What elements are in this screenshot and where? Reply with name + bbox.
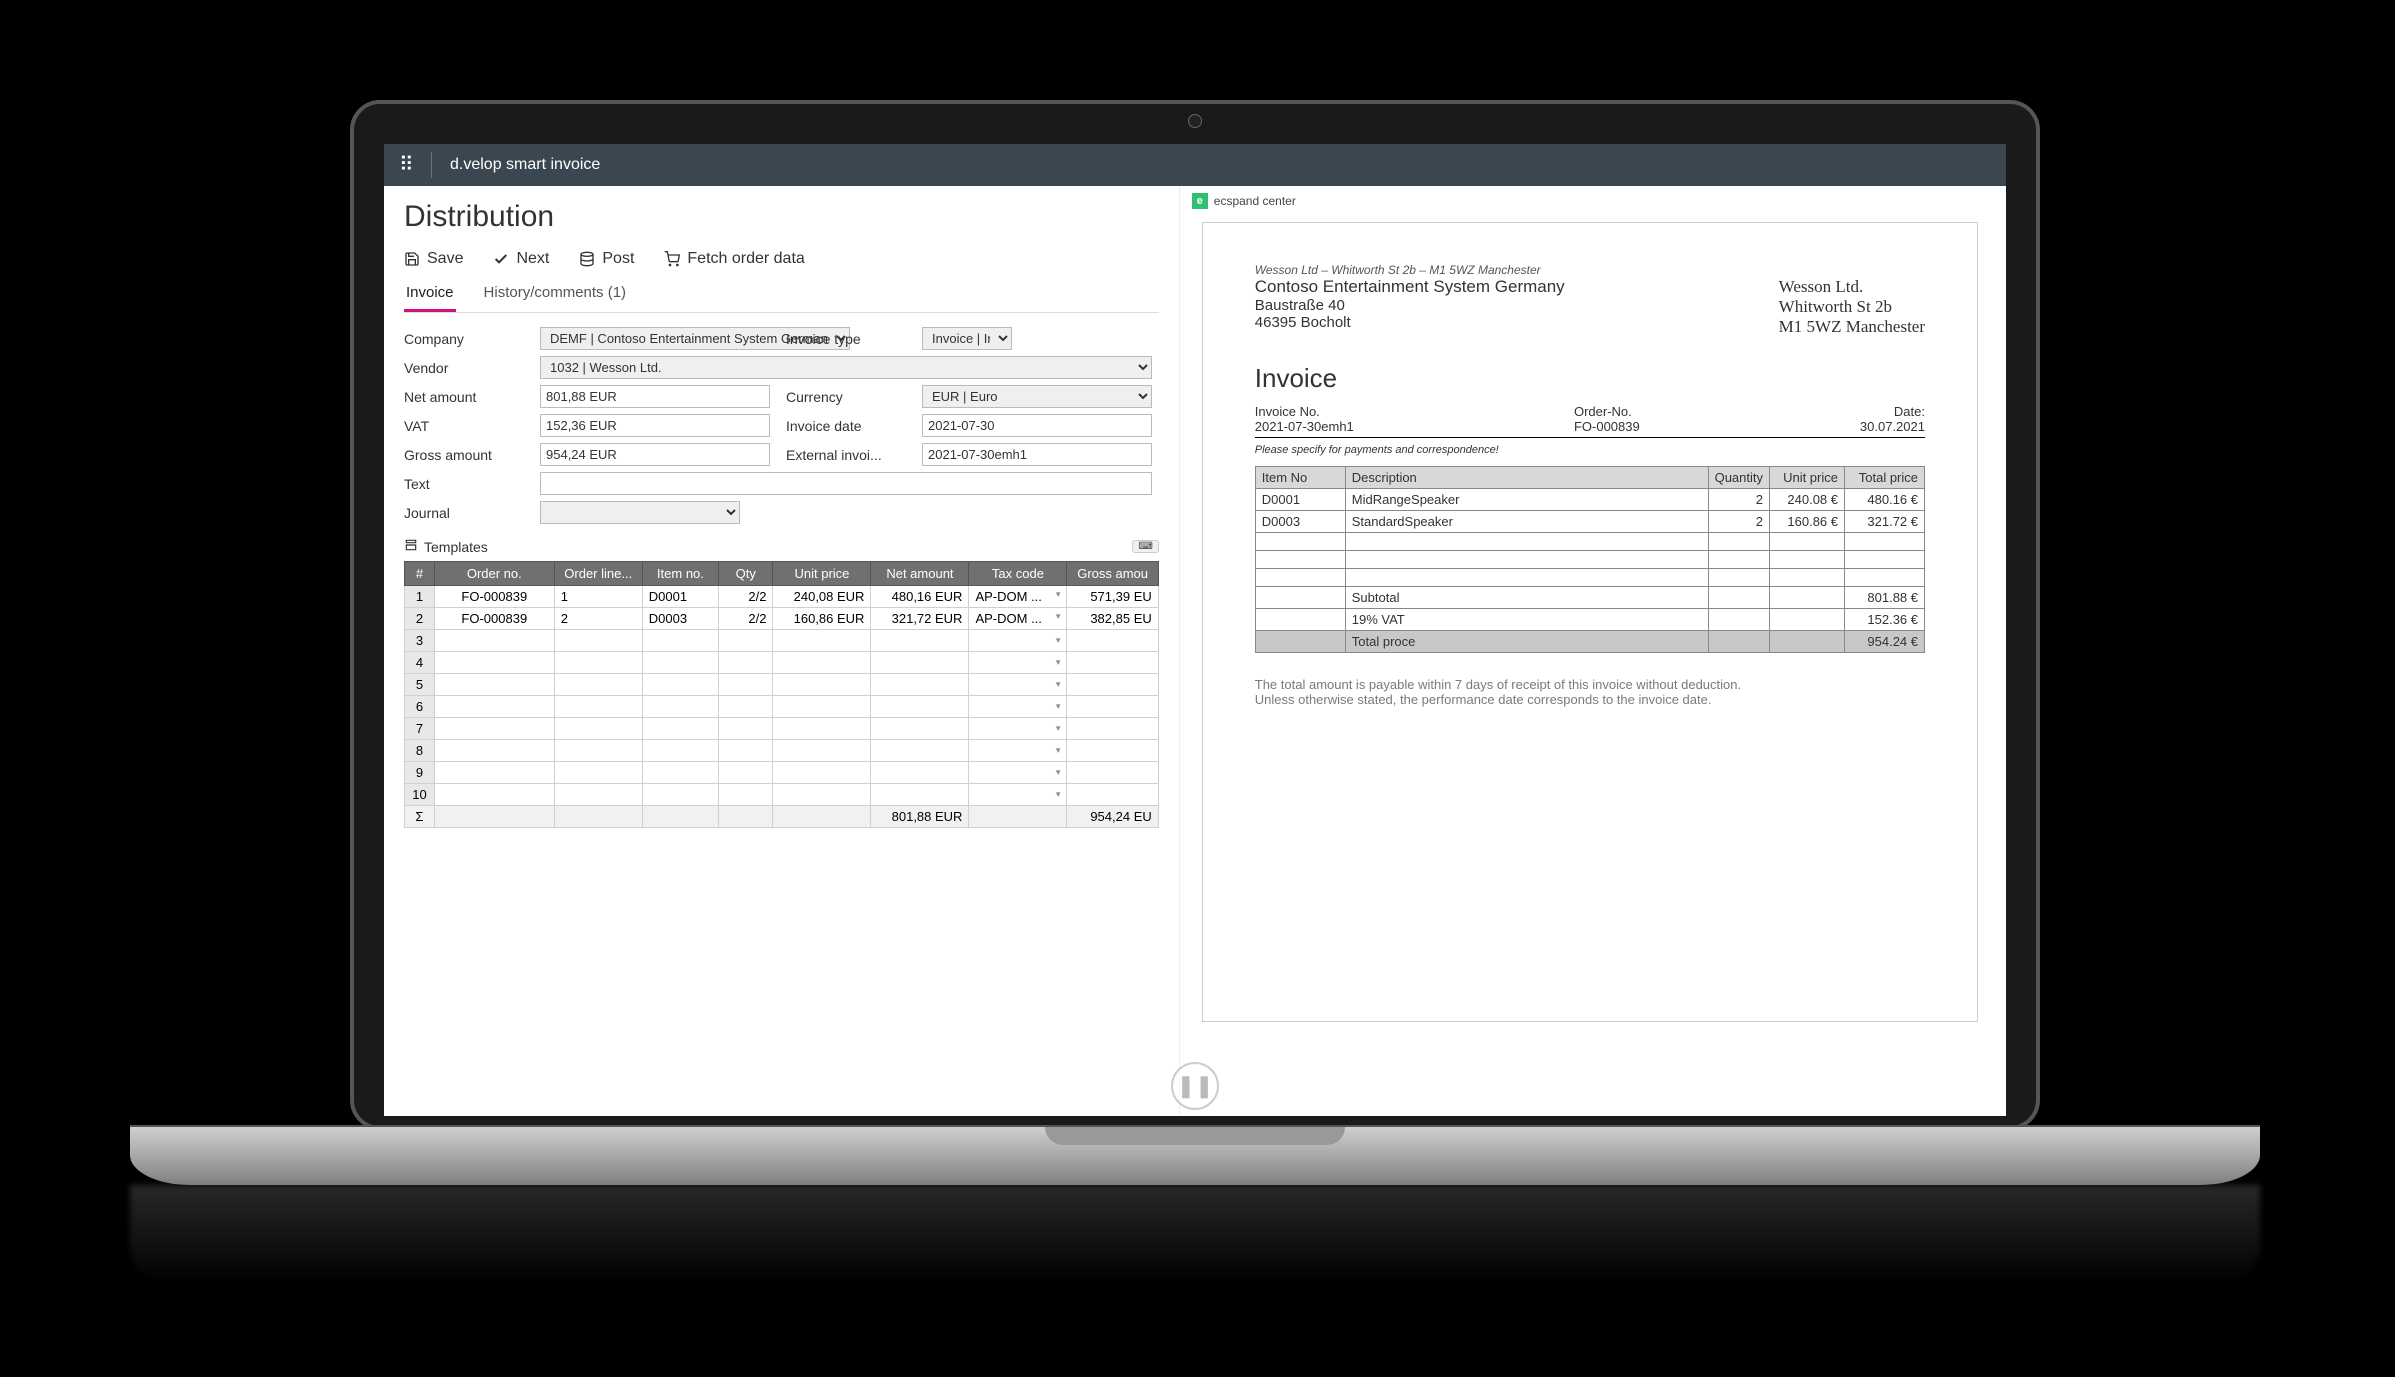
preview-app-name: ecspand center (1214, 194, 1296, 208)
table-row[interactable]: 6 (405, 696, 1159, 718)
doc-order-no: FO-000839 (1574, 419, 1640, 434)
col-unit: Unit price (773, 562, 871, 586)
doc-recipient-name: Contoso Entertainment System Germany (1255, 277, 1565, 297)
journal-label: Journal (404, 505, 524, 521)
invoice-form: Company DEMF | Contoso Entertainment Sys… (404, 327, 1159, 524)
doc-vendor-name: Wesson Ltd. (1779, 277, 1925, 297)
vendor-label: Vendor (404, 360, 524, 376)
action-toolbar: Save Next Post Fetch order data (404, 246, 1159, 276)
app-launcher-icon[interactable] (399, 155, 419, 175)
col-item: Item no. (642, 562, 718, 586)
doc-invoice-no: 2021-07-30emh1 (1255, 419, 1354, 434)
col-orderline: Order line... (554, 562, 642, 586)
save-icon (404, 251, 420, 267)
ecspand-icon: e (1192, 193, 1208, 209)
save-button[interactable]: Save (404, 250, 463, 268)
col-num: # (405, 562, 435, 586)
page-title: Distribution (404, 200, 1159, 234)
col-tax: Tax code (969, 562, 1067, 586)
col-gross: Gross amou (1067, 562, 1158, 586)
invoice-date-label: Invoice date (786, 418, 906, 434)
external-invoice-input[interactable] (922, 443, 1152, 466)
doc-footer-1: The total amount is payable within 7 day… (1255, 677, 1925, 692)
keyboard-icon[interactable]: ⌨ (1132, 540, 1158, 553)
table-row[interactable]: 9 (405, 762, 1159, 784)
invoice-type-label: Invoice type (786, 331, 906, 347)
next-button[interactable]: Next (493, 250, 549, 268)
doc-date: 30.07.2021 (1860, 419, 1925, 434)
table-row[interactable]: 3 (405, 630, 1159, 652)
line-items-table: # Order no. Order line... Item no. Qty U… (404, 561, 1159, 828)
table-row[interactable]: 7 (405, 718, 1159, 740)
doc-item-row: D0003StandardSpeaker2160.86 €321.72 € (1255, 511, 1924, 533)
tab-invoice[interactable]: Invoice (404, 278, 456, 312)
external-invoice-label: External invoi... (786, 447, 906, 463)
tab-bar: Invoice History/comments (1) (404, 278, 1159, 313)
table-row[interactable]: 8 (405, 740, 1159, 762)
pause-button[interactable]: ❚❚ (1171, 1062, 1219, 1110)
distribution-panel: Distribution Save Next Post (384, 186, 1179, 1116)
currency-label: Currency (786, 389, 906, 405)
check-icon (493, 251, 509, 267)
document-preview-panel: e ecspand center Wesson Ltd – Whitworth … (1179, 186, 2006, 1116)
invoice-type-select[interactable]: Invoice | Ir (922, 327, 1012, 350)
gross-amount-label: Gross amount (404, 447, 524, 463)
doc-vendor-street: Whitworth St 2b (1779, 297, 1925, 317)
journal-select[interactable] (540, 501, 740, 524)
doc-footer-2: Unless otherwise stated, the performance… (1255, 692, 1925, 707)
templates-icon (404, 538, 418, 555)
invoice-document: Wesson Ltd – Whitworth St 2b – M1 5WZ Ma… (1202, 222, 1978, 1022)
vat-input[interactable] (540, 414, 770, 437)
fetch-order-button[interactable]: Fetch order data (664, 250, 804, 268)
doc-title: Invoice (1255, 363, 1925, 394)
post-button[interactable]: Post (579, 250, 634, 268)
text-input[interactable] (540, 472, 1152, 495)
company-label: Company (404, 331, 524, 347)
currency-select[interactable]: EUR | Euro (922, 385, 1152, 408)
col-qty: Qty (719, 562, 773, 586)
table-row[interactable]: 1FO-0008391D00012/2240,08 EUR480,16 EURA… (405, 586, 1159, 608)
doc-recipient-city: 46395 Bocholt (1255, 314, 1565, 331)
doc-item-table: Item No Description Quantity Unit price … (1255, 466, 1925, 653)
col-order: Order no. (434, 562, 554, 586)
col-net: Net amount (871, 562, 969, 586)
vendor-select[interactable]: 1032 | Wesson Ltd. (540, 356, 1152, 379)
doc-vendor-city: M1 5WZ Manchester (1779, 317, 1925, 337)
vat-label: VAT (404, 418, 524, 434)
net-amount-input[interactable] (540, 385, 770, 408)
doc-note: Please specify for payments and correspo… (1255, 444, 1925, 456)
table-row[interactable]: 4 (405, 652, 1159, 674)
net-amount-label: Net amount (404, 389, 524, 405)
doc-item-row: D0001MidRangeSpeaker2240.08 €480.16 € (1255, 489, 1924, 511)
database-icon (579, 251, 595, 267)
text-label: Text (404, 476, 524, 492)
templates-link[interactable]: Templates (424, 539, 488, 555)
table-row[interactable]: 10 (405, 784, 1159, 806)
app-name: d.velop smart invoice (450, 156, 600, 174)
gross-amount-input[interactable] (540, 443, 770, 466)
app-topbar: d.velop smart invoice (384, 144, 2006, 186)
invoice-date-input[interactable] (922, 414, 1152, 437)
doc-recipient-street: Baustraße 40 (1255, 297, 1565, 314)
sum-row: Σ801,88 EUR954,24 EU (405, 806, 1159, 828)
table-row[interactable]: 5 (405, 674, 1159, 696)
table-row[interactable]: 2FO-0008392D00032/2160,86 EUR321,72 EURA… (405, 608, 1159, 630)
tab-history[interactable]: History/comments (1) (482, 278, 629, 312)
doc-sender-line: Wesson Ltd – Whitworth St 2b – M1 5WZ Ma… (1255, 263, 1925, 277)
cart-icon (664, 251, 680, 267)
